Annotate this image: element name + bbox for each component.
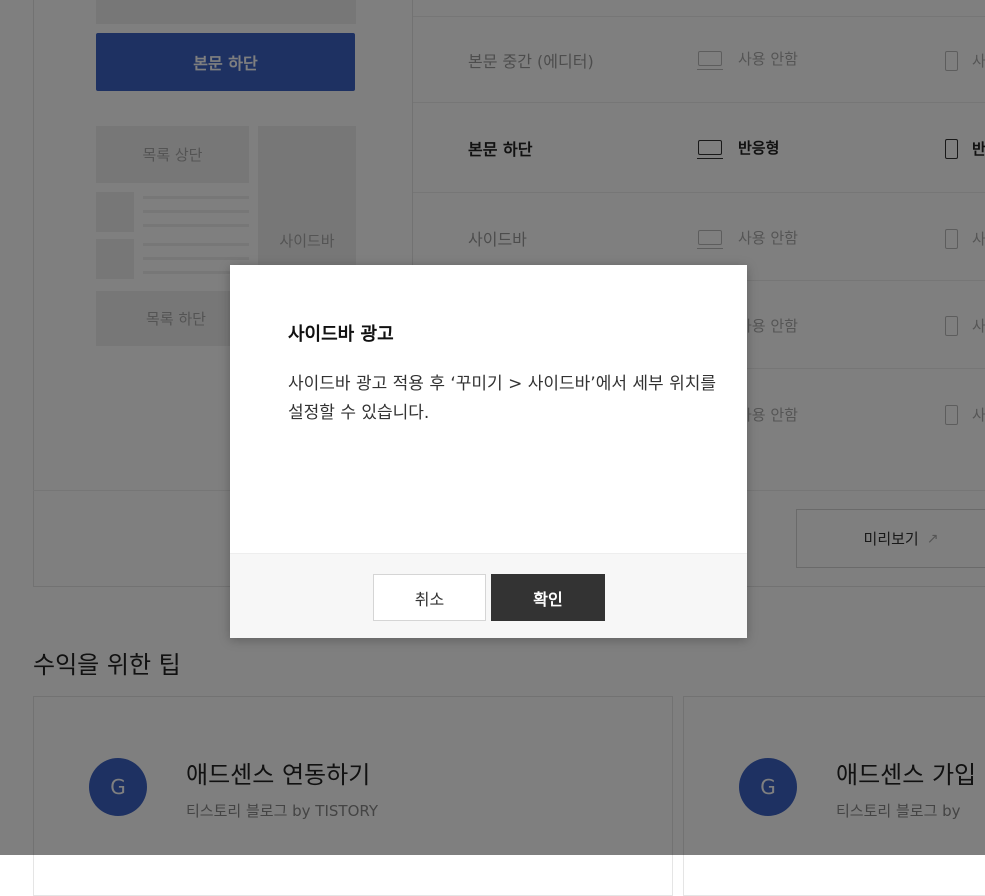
confirm-button[interactable]: 확인 [491,574,605,621]
dialog-footer: 취소 확인 [230,553,747,638]
dialog-message: 사이드바 광고 적용 후 ‘꾸미기 > 사이드바’에서 세부 위치를 설정할 수… [288,374,717,423]
dialog-title: 사이드바 광고 [288,324,394,345]
cancel-button[interactable]: 취소 [373,574,486,621]
sidebar-ad-dialog: 사이드바 광고 사이드바 광고 적용 후 ‘꾸미기 > 사이드바’에서 세부 위… [230,265,747,638]
